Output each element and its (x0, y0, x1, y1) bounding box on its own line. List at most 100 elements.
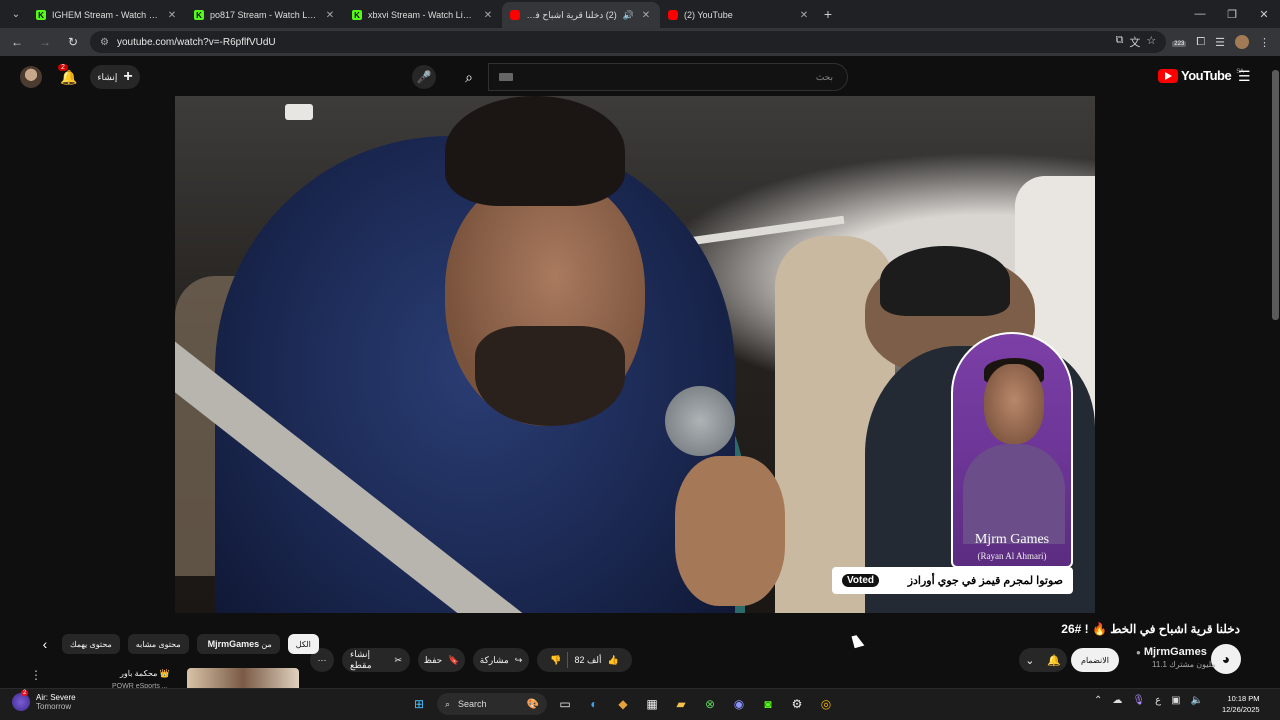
browser-tab-3[interactable]: K xbxvi Stream - Watch Live on Ki ✕ (344, 2, 502, 28)
tab-title: xbxvi Stream - Watch Live on Ki (368, 10, 476, 20)
tab-search-chevron-icon[interactable]: ⌄ (4, 4, 28, 24)
save-button[interactable]: حفظ 🔖 (418, 648, 465, 672)
keyboard-icon[interactable] (499, 73, 513, 81)
dislike-icon[interactable]: 👎 (550, 655, 561, 666)
video-title: دخلنا قرية اشباح في الخط 🔥 ! #26 (1061, 622, 1240, 636)
plus-icon: + (123, 68, 133, 85)
menu-dots-icon[interactable]: ⋮ (1259, 36, 1270, 49)
video-person-shape (475, 326, 625, 426)
translate-icon[interactable]: 文 (1129, 34, 1140, 50)
tab-strip: ⌄ K IGHEM Stream - Watch Live on ✕ K po8… (0, 0, 1280, 28)
profile-avatar[interactable] (1235, 35, 1249, 49)
extension-icon[interactable]: 223 (1172, 36, 1187, 48)
chevron-up-icon[interactable]: ⌃ (1094, 695, 1102, 706)
chip-for-you[interactable]: محتوى يهمك (62, 634, 120, 654)
chip-all[interactable]: الكل (287, 634, 319, 654)
speaker-icon[interactable]: 🔊 (623, 10, 634, 21)
app-gear-icon[interactable]: ⚙ (786, 693, 808, 715)
task-view-icon[interactable]: ▭ (554, 693, 576, 715)
language-indicator[interactable]: ع (1155, 695, 1161, 706)
kick-icon: K (194, 10, 204, 20)
chrome-icon[interactable]: ◎ (815, 693, 837, 715)
search-input[interactable]: بحث (488, 63, 848, 91)
recommendation-thumbnail[interactable] (187, 668, 299, 688)
browser-tab-2[interactable]: K po817 Stream - Watch Live on K ✕ (186, 2, 344, 28)
search-placeholder: بحث (815, 71, 833, 82)
close-tab-icon[interactable]: ✕ (640, 10, 652, 21)
reload-icon[interactable]: ↻ (62, 31, 84, 53)
app-green-icon[interactable]: ◙ (757, 693, 779, 715)
weather-title: Air: Severe (36, 693, 76, 702)
store-icon[interactable]: ▦ (641, 693, 663, 715)
recommendation-title[interactable]: محكمة باور 👑 (120, 669, 170, 678)
search-icon: ⌕ (445, 698, 451, 709)
channel-name-link[interactable]: ● MjrmGames (1136, 646, 1207, 658)
share-button[interactable]: مشاركة ↪ (473, 648, 529, 672)
chip-similar[interactable]: محتوى مشابه (127, 634, 189, 654)
maximize-icon[interactable]: ❐ (1216, 8, 1248, 21)
hamburger-menu-icon[interactable]: ☰ (1238, 68, 1251, 85)
discord-icon[interactable]: ◉ (728, 693, 750, 715)
mic-icon[interactable]: 🎙 (1132, 695, 1145, 706)
forward-icon[interactable]: → (34, 31, 56, 53)
chip-from-channel[interactable]: MjrmGames من (196, 634, 280, 654)
minimize-icon[interactable]: — (1184, 8, 1216, 21)
close-tab-icon[interactable]: ✕ (166, 10, 178, 21)
close-tab-icon[interactable]: ✕ (482, 10, 494, 21)
browser-tab-5[interactable]: (2) YouTube ✕ (660, 2, 818, 28)
browser-tab-1[interactable]: K IGHEM Stream - Watch Live on ✕ (28, 2, 186, 28)
like-icon[interactable]: 👍 (608, 655, 619, 666)
volume-icon[interactable]: 🔈 (1191, 695, 1203, 706)
channel-avatar[interactable]: ◕ (1211, 644, 1241, 674)
puzzle-icon[interactable]: ⧠ (1196, 36, 1205, 49)
taskbar-clock[interactable]: 10:18 PM 12/26/2025 (1222, 693, 1260, 715)
weather-badge: 2 (21, 690, 29, 696)
back-icon[interactable]: ← (6, 31, 28, 53)
chevron-left-icon[interactable]: ‹ (36, 636, 54, 652)
scrollbar-thumb[interactable] (1272, 70, 1279, 320)
windows-start-icon[interactable]: ⊞ (408, 693, 430, 715)
bookmark-star-icon[interactable]: ☆ (1146, 34, 1156, 50)
mouse-cursor-icon (851, 633, 865, 649)
video-hand-shape (675, 456, 785, 606)
voted-badge: Voted (842, 574, 880, 587)
file-explorer-icon[interactable]: ▰ (670, 693, 692, 715)
clip-button[interactable]: إنشاء مقطع ✂ (342, 648, 410, 672)
close-window-icon[interactable]: ✕ (1248, 8, 1280, 21)
cast-icon[interactable]: ⧉ (1116, 34, 1124, 50)
account-avatar[interactable] (20, 66, 42, 88)
youtube-logo[interactable]: YouTube SA (1158, 68, 1244, 83)
share-label: مشاركة (479, 654, 509, 665)
xbox-icon[interactable]: ⊗ (699, 693, 721, 715)
vote-overlay-card: Mjrm Games (Rayan Al Ahmari) (951, 332, 1073, 568)
like-count[interactable]: 82 ألف (574, 655, 601, 666)
weather-subtitle: Tomorrow (36, 702, 72, 711)
site-info-icon[interactable]: ⚙ (100, 37, 109, 48)
onedrive-cloud-icon[interactable]: ☁ (1112, 695, 1122, 706)
tab-title: (2) YouTube (684, 10, 733, 20)
new-tab-icon[interactable]: + (818, 6, 838, 22)
recommendation-chips: ‹ محتوى يهمك محتوى مشابه MjrmGames من ال… (36, 634, 319, 654)
copilot-icon[interactable]: ◆ (612, 693, 634, 715)
reading-list-icon[interactable]: ☰ (1215, 36, 1225, 49)
network-icon[interactable]: ▣ (1171, 695, 1180, 706)
browser-tab-4[interactable]: (2) دخلنا قرية اشباح في الخط 🔊 ✕ (502, 2, 660, 28)
notifications-bell-icon[interactable]: 🔔 2 (58, 64, 80, 88)
search-icon[interactable]: ⌕ (452, 63, 486, 91)
address-bar[interactable]: ⚙ youtube.com/watch?v=-R6pflfVUdU ⧉ 文 ☆ (90, 31, 1167, 53)
url-text: youtube.com/watch?v=-R6pflfVUdU (116, 36, 276, 48)
create-button[interactable]: إنشاء + (90, 65, 140, 89)
subscription-bell-button[interactable]: ⌄ 🔔 (1019, 648, 1067, 672)
rec-menu-dots-icon[interactable]: ⋮ (30, 668, 42, 682)
divider (567, 652, 569, 668)
taskbar-search[interactable]: ⌕ Search 🎨 (437, 693, 547, 715)
card-portrait-shape (984, 364, 1044, 444)
close-tab-icon[interactable]: ✕ (798, 10, 810, 21)
voice-search-mic-icon[interactable]: 🎤 (412, 65, 436, 89)
close-tab-icon[interactable]: ✕ (324, 10, 336, 21)
join-button[interactable]: الانضمام (1071, 648, 1119, 672)
edge-icon[interactable]: ◐ (583, 693, 605, 715)
weather-widget[interactable]: 2 Air: Severe Tomorrow (12, 690, 76, 711)
save-label: حفظ (423, 654, 443, 665)
page-scrollbar[interactable] (1271, 60, 1280, 690)
